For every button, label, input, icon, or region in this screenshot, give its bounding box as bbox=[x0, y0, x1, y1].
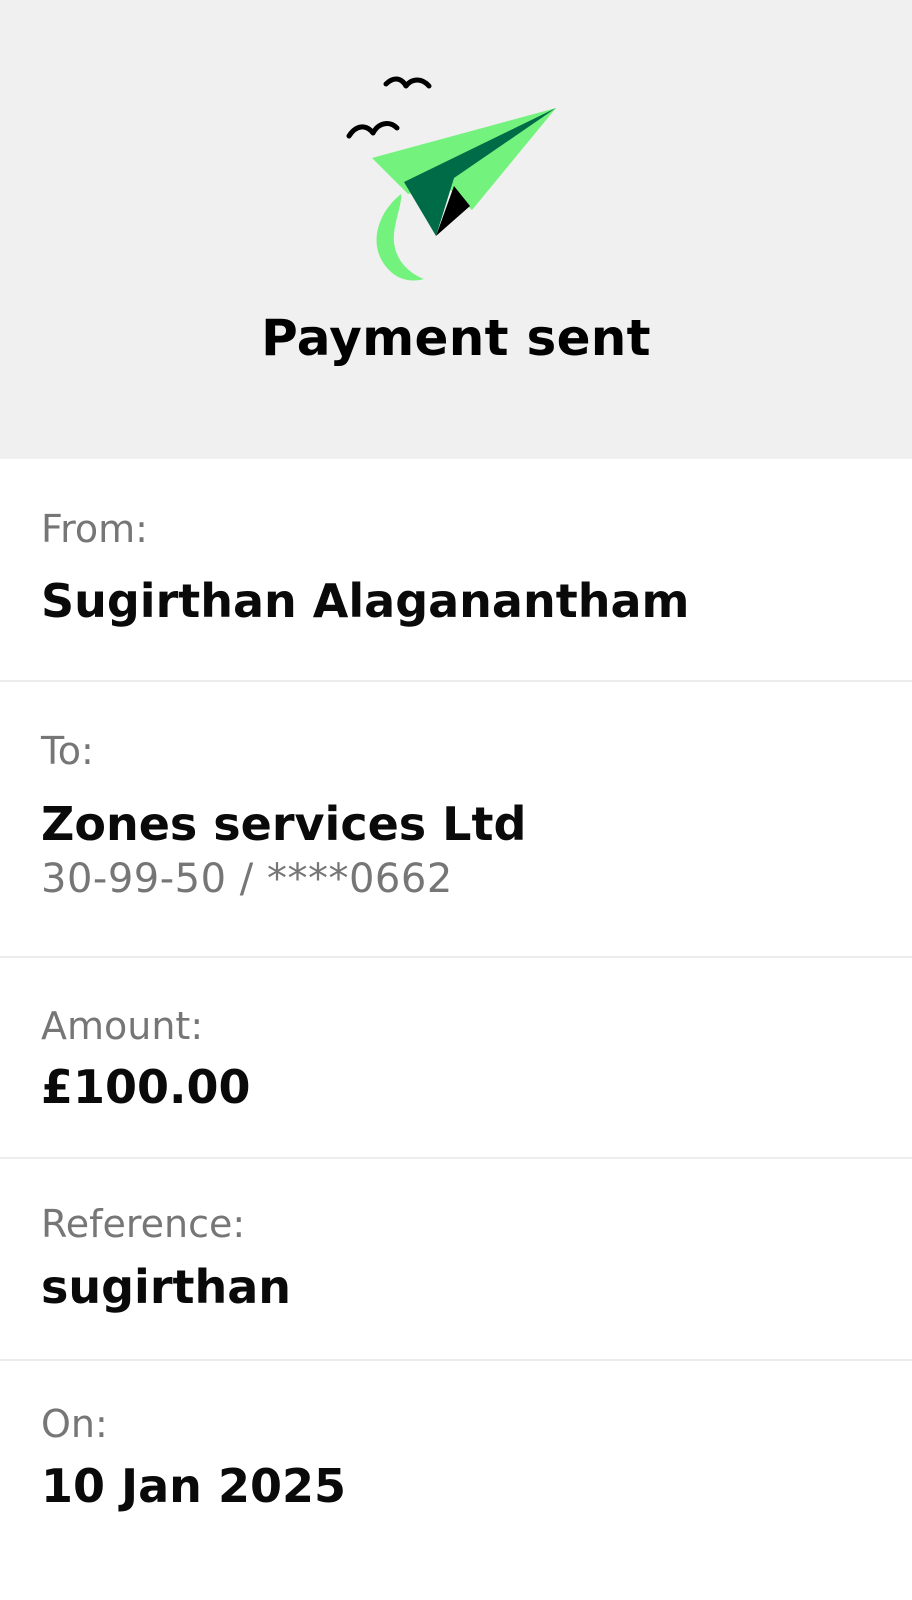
amount-value: £100.00 bbox=[41, 1060, 251, 1114]
amount-label: Amount: bbox=[41, 1004, 204, 1048]
detail-row-from: From: Sugirthan Alaganantham bbox=[0, 459, 912, 682]
date-label: On: bbox=[41, 1402, 108, 1446]
to-account-number: 30-99-50 / ****0662 bbox=[41, 856, 453, 902]
paper-plane-icon bbox=[346, 74, 566, 294]
reference-value: sugirthan bbox=[41, 1260, 292, 1314]
detail-row-reference: Reference: sugirthan bbox=[0, 1159, 912, 1361]
from-value: Sugirthan Alaganantham bbox=[41, 574, 690, 628]
from-label: From: bbox=[41, 507, 148, 551]
detail-row-amount: Amount: £100.00 bbox=[0, 958, 912, 1159]
date-value: 10 Jan 2025 bbox=[41, 1459, 346, 1513]
to-value: Zones services Ltd bbox=[41, 797, 527, 851]
confirmation-header: Payment sent bbox=[0, 0, 912, 459]
reference-label: Reference: bbox=[41, 1202, 246, 1246]
detail-row-date: On: 10 Jan 2025 bbox=[0, 1361, 912, 1600]
payment-confirmation-screen: Payment sent From: Sugirthan Alaganantha… bbox=[0, 0, 912, 1600]
page-title: Payment sent bbox=[261, 309, 651, 367]
detail-row-to: To: Zones services Ltd 30-99-50 / ****06… bbox=[0, 682, 912, 958]
to-label: To: bbox=[41, 729, 94, 773]
